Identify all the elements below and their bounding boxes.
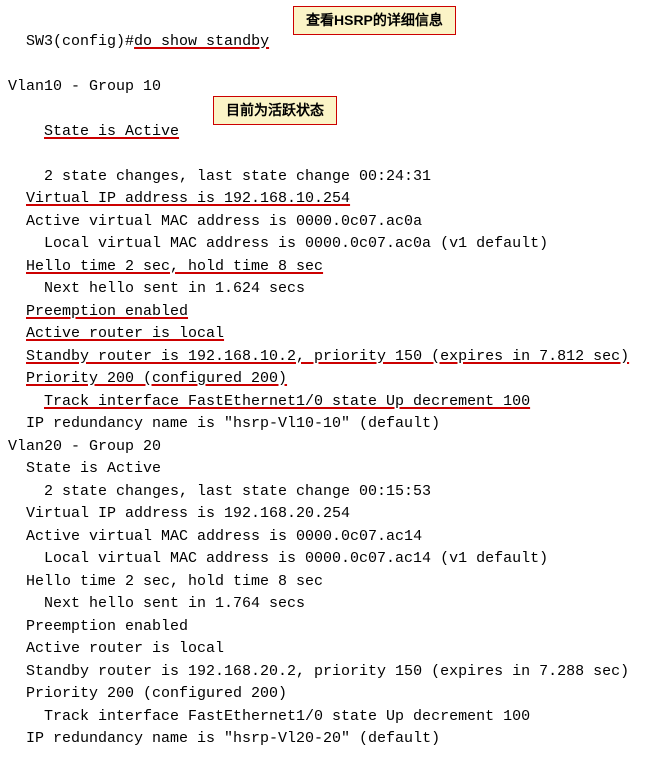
active-router: Active router is local <box>26 325 224 342</box>
output-line: Active virtual MAC address is 0000.0c07.… <box>8 526 649 549</box>
output-line: IP redundancy name is "hsrp-Vl10-10" (de… <box>8 413 649 436</box>
output-line: 2 state changes, last state change 00:15… <box>8 481 649 504</box>
annotation-active-state: 目前为活跃状态 <box>213 96 337 125</box>
hello-time: Hello time 2 sec, hold time 8 sec <box>26 258 323 275</box>
output-line: Vlan20 - Group 20 <box>8 436 649 459</box>
output-line: Priority 200 (configured 200) <box>8 368 649 391</box>
output-line: Track interface FastEthernet1/0 state Up… <box>8 391 649 414</box>
output-line: Next hello sent in 1.624 secs <box>8 278 649 301</box>
output-line: Standby router is 192.168.10.2, priority… <box>8 346 649 369</box>
state-active: State is Active <box>44 123 179 140</box>
output-line: Track interface FastEthernet1/0 state Up… <box>8 706 649 729</box>
command: do show standby <box>134 33 269 50</box>
output-line: Local virtual MAC address is 0000.0c07.a… <box>8 548 649 571</box>
output-line: Hello time 2 sec, hold time 8 sec <box>8 256 649 279</box>
output-line: IP redundancy name is "hsrp-Vl20-20" (de… <box>8 728 649 751</box>
cli-line: SW3(config)#do show standby 查看HSRP的详细信息 <box>8 8 649 76</box>
preemption: Preemption enabled <box>26 303 188 320</box>
track-interface: Track interface FastEthernet1/0 state Up… <box>44 393 530 410</box>
virtual-ip: Virtual IP address is 192.168.10.254 <box>26 190 350 207</box>
output-line: 2 state changes, last state change 00:24… <box>8 166 649 189</box>
output-line: Virtual IP address is 192.168.20.254 <box>8 503 649 526</box>
output-line: State is Active 目前为活跃状态 <box>8 98 649 166</box>
output-line: Active router is local <box>8 638 649 661</box>
output-line: Priority 200 (configured 200) <box>8 683 649 706</box>
output-line: Preemption enabled <box>8 301 649 324</box>
output-line: Standby router is 192.168.20.2, priority… <box>8 661 649 684</box>
output-line: Active virtual MAC address is 0000.0c07.… <box>8 211 649 234</box>
annotation-hsrp-detail: 查看HSRP的详细信息 <box>293 6 456 35</box>
output-line: Active router is local <box>8 323 649 346</box>
output-line: Preemption enabled <box>8 616 649 639</box>
standby-router: Standby router is 192.168.10.2, priority… <box>26 348 629 365</box>
output-line: Local virtual MAC address is 0000.0c07.a… <box>8 233 649 256</box>
output-line: Vlan10 - Group 10 <box>8 76 649 99</box>
output-line: Next hello sent in 1.764 secs <box>8 593 649 616</box>
priority: Priority 200 (configured 200) <box>26 370 287 387</box>
output-line: Hello time 2 sec, hold time 8 sec <box>8 571 649 594</box>
output-line: State is Active <box>8 458 649 481</box>
output-line: Virtual IP address is 192.168.10.254 <box>8 188 649 211</box>
prompt: SW3(config)# <box>26 33 134 50</box>
